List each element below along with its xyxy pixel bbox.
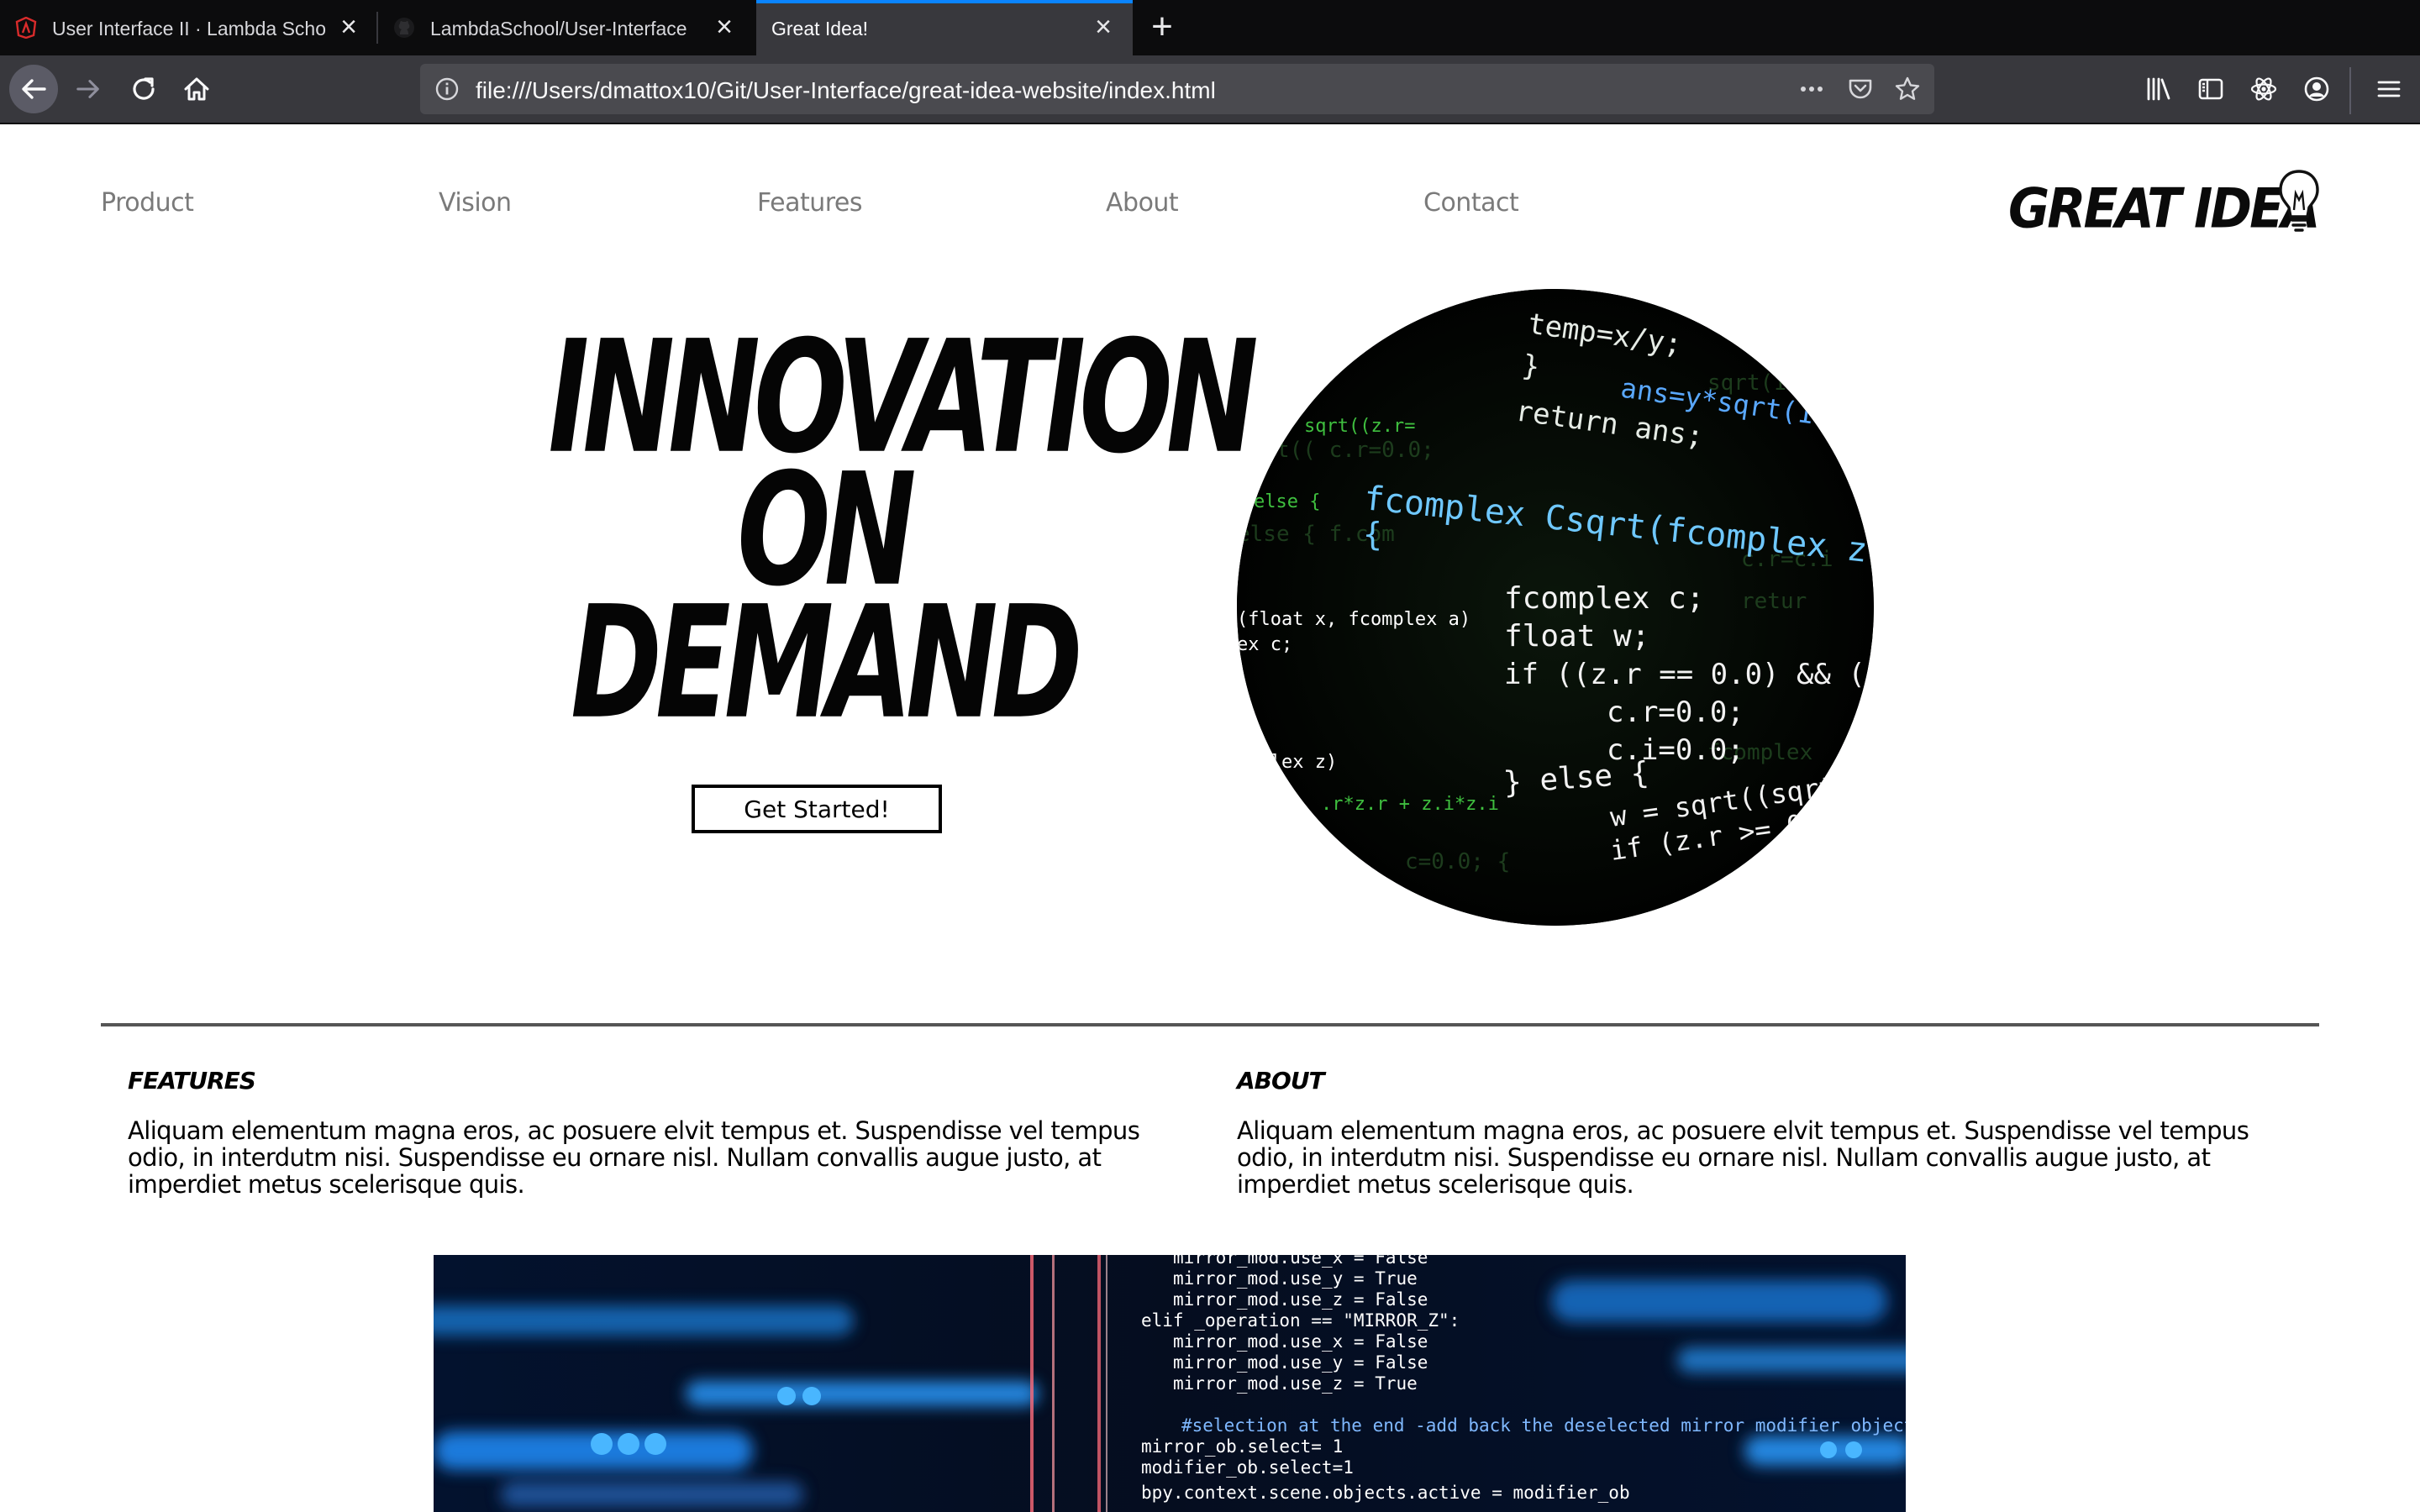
tab-title: LambdaSchool/User-Interface <box>430 18 687 39</box>
code-line: ex c; <box>1237 634 1292 655</box>
hero-headline: INNOVATION ON DEMAND <box>471 320 1258 741</box>
code-line: omplex z) <box>1237 752 1337 773</box>
github-icon <box>394 18 414 38</box>
logo-text: GREAT IDEA <box>2008 177 2320 241</box>
code-line: mirror_mod.use_y = True <box>1173 1268 1418 1289</box>
menu-icon[interactable] <box>2375 75 2403 103</box>
tab-great-idea[interactable]: Great Idea! × <box>756 0 1133 55</box>
navigation-toolbar: file:///Users/dmattox10/Git/User-Interfa… <box>0 55 2420 124</box>
tab-title: User Interface II · Lambda Scho <box>52 18 326 39</box>
code-line: { <box>1363 516 1382 553</box>
code-line: modifier_ob.select=1 <box>1141 1457 1354 1478</box>
new-tab-button[interactable]: + <box>1144 8 1180 45</box>
code-line: mirror_mod.use_z = True <box>1173 1373 1418 1394</box>
nav-link-vision[interactable]: Vision <box>439 188 512 218</box>
code-line: (float x, fcomplex a) <box>1237 609 1470 630</box>
about-heading: ABOUT <box>1237 1067 1325 1095</box>
svg-text:retur: retur <box>1741 589 1807 614</box>
nav-link-about[interactable]: About <box>1106 188 1179 218</box>
nav-link-contact[interactable]: Contact <box>1423 188 1519 218</box>
tab-strip: User Interface II · Lambda Scho × Lambda… <box>0 0 2420 55</box>
code-line: float w; <box>1504 619 1649 654</box>
lambda-logo-icon <box>15 17 37 39</box>
svg-text:sqrt(( c.r=0.0;: sqrt(( c.r=0.0; <box>1237 438 1434 463</box>
web-page: Product Vision Features About Contact GR… <box>0 126 2420 1512</box>
reload-icon <box>133 77 155 100</box>
lightbulb-icon <box>2279 170 2319 232</box>
code-line: mirror_mod.use_y = False <box>1173 1352 1428 1373</box>
library-icon[interactable] <box>2144 75 2173 103</box>
address-bar[interactable]: file:///Users/dmattox10/Git/User-Interfa… <box>420 64 1934 114</box>
code-line: mirror_ob.select= 1 <box>1141 1436 1343 1457</box>
code-line: sqrt((z.r= <box>1304 416 1415 437</box>
code-line: bpy.context.scene.objects.active = modif… <box>1141 1483 1630 1503</box>
code-line: #selection at the end -add back the dese… <box>1181 1415 1906 1436</box>
nav-link-product[interactable]: Product <box>101 188 194 218</box>
code-line: fcomplex c; <box>1504 581 1704 616</box>
forward-button[interactable] <box>64 65 113 113</box>
code-line: c.r=0.0; <box>1607 696 1744 729</box>
toolbar-divider <box>2349 67 2351 114</box>
nav-link-features[interactable]: Features <box>757 188 863 218</box>
close-tab-icon[interactable]: × <box>710 13 739 42</box>
hero-code-image: sqrt(( c.r=0.0; else { f.com sqrt(1.0 c.… <box>1237 289 1874 926</box>
home-button[interactable] <box>172 65 221 113</box>
account-icon[interactable] <box>2302 75 2331 103</box>
code-line: mirror_mod.use_x = False <box>1173 1255 1428 1268</box>
reload-button[interactable] <box>119 65 168 113</box>
site-logo[interactable]: GREAT IDEA <box>2008 168 2328 244</box>
code-line: if ((z.r == 0.0) && (z.i == 0.0)) { <box>1504 658 1874 691</box>
get-started-button[interactable]: Get Started! <box>692 785 942 833</box>
section-divider <box>101 1023 2319 1026</box>
close-tab-icon[interactable]: × <box>1089 13 1118 42</box>
code-banner-image: mirror_mod.use_x = False mirror_mod.use_… <box>434 1255 1906 1512</box>
sidebar-icon[interactable] <box>2196 75 2225 103</box>
about-text: Aliquam elementum magna eros, ac posuere… <box>1237 1116 2249 1199</box>
code-line: .r*z.r + z.i*z.i <box>1321 794 1499 815</box>
arrow-right-icon <box>76 80 99 98</box>
back-button[interactable] <box>9 65 58 113</box>
arrow-left-icon <box>22 79 46 99</box>
code-line: mirror_mod.use_x = False <box>1173 1331 1428 1352</box>
hero-line: DEMAND <box>571 572 1083 753</box>
tab-github[interactable]: LambdaSchool/User-Interface × <box>378 0 756 55</box>
code-line: elif _operation == "MIRROR_Z": <box>1141 1310 1460 1331</box>
info-icon[interactable] <box>434 76 460 102</box>
pocket-icon[interactable] <box>1847 76 1874 102</box>
tab-lambda-school[interactable]: User Interface II · Lambda Scho × <box>0 0 376 55</box>
bookmark-star-icon[interactable] <box>1894 76 1921 102</box>
code-banner-illustration: mirror_mod.use_x = False mirror_mod.use_… <box>434 1255 1906 1512</box>
url-text[interactable]: file:///Users/dmattox10/Git/User-Interfa… <box>476 77 1216 104</box>
tab-title: Great Idea! <box>771 18 869 39</box>
page-actions-icon[interactable] <box>1798 76 1825 102</box>
react-devtools-icon[interactable] <box>2249 75 2278 103</box>
features-heading: FEATURES <box>128 1067 256 1095</box>
close-tab-icon[interactable]: × <box>334 13 363 42</box>
svg-text:c=0.0; {: c=0.0; { <box>1405 849 1510 874</box>
code-screen-illustration: sqrt(( c.r=0.0; else { f.com sqrt(1.0 c.… <box>1237 289 1874 926</box>
code-line: else { <box>1254 491 1320 512</box>
features-text: Aliquam elementum magna eros, ac posuere… <box>128 1116 1140 1199</box>
home-icon <box>184 77 209 101</box>
code-line: mirror_mod.use_z = False <box>1173 1289 1428 1310</box>
